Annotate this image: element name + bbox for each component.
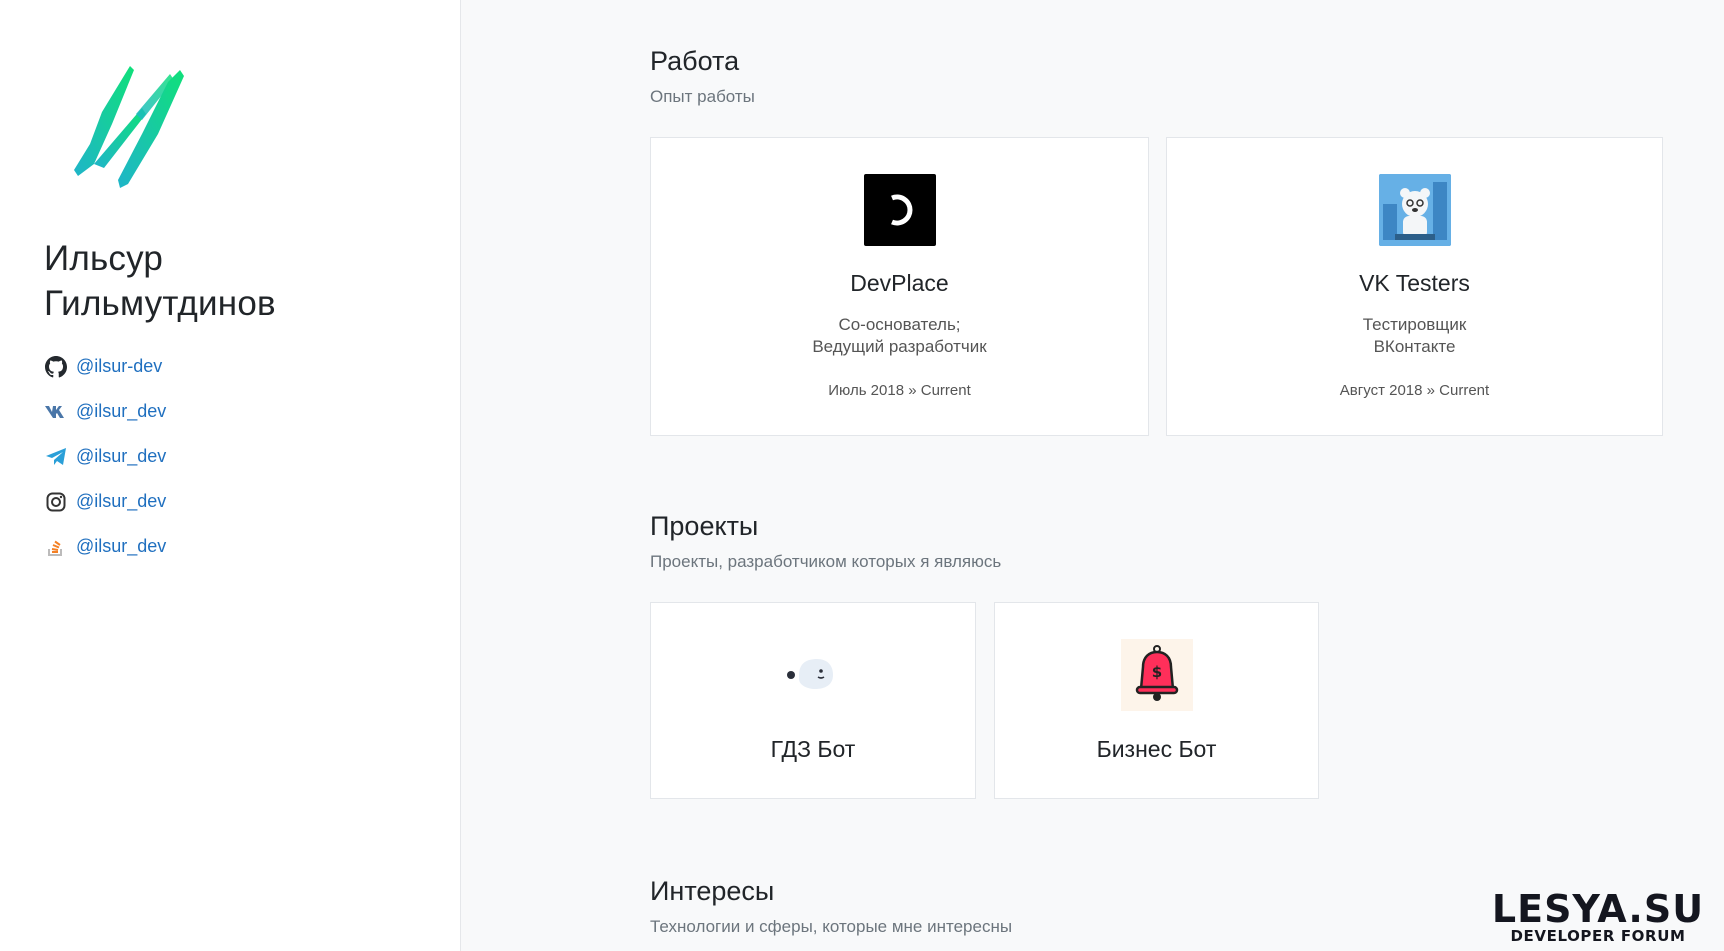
project-card-title: ГДЗ Бот <box>770 736 856 762</box>
brush-stroke-logo <box>74 66 184 188</box>
devplace-logo <box>863 174 936 246</box>
project-card-gdz-bot[interactable]: ГДЗ Бот <box>650 602 976 799</box>
vk-icon <box>44 400 68 424</box>
profile-name-first: Ильсур <box>44 239 164 278</box>
instagram-link[interactable]: @ilsur_dev <box>76 491 166 512</box>
work-card-role-line2: ВКонтакте <box>1373 337 1456 356</box>
project-card-title: Бизнес Бот <box>1096 736 1217 762</box>
profile-sidebar: Ильсур Гильмутдинов @ilsur-dev @ilsur_de… <box>0 0 461 951</box>
work-card-role-line1: Со-основатель; <box>838 315 961 334</box>
projects-section-title: Проекты <box>650 511 759 541</box>
projects-section-subtitle: Проекты, разработчиком которых я являюсь <box>650 552 1002 571</box>
github-icon <box>44 355 68 379</box>
work-card-role: Тестировщик ВКонтакте <box>1167 314 1662 358</box>
social-stackoverflow: @ilsur_dev <box>44 524 166 569</box>
work-card-vk-testers[interactable]: VK Testers Тестировщик ВКонтакте Август … <box>1166 137 1663 436</box>
profile-name-last: Гильмутдинов <box>44 284 276 323</box>
social-telegram: @ilsur_dev <box>44 434 166 479</box>
social-github: @ilsur-dev <box>44 344 166 389</box>
work-section-title: Работа <box>650 46 740 76</box>
social-instagram: @ilsur_dev <box>44 479 166 524</box>
social-links: @ilsur-dev @ilsur_dev @ilsur_dev @ilsur_… <box>44 344 166 569</box>
interests-section-title: Интересы <box>650 876 775 906</box>
telegram-link[interactable]: @ilsur_dev <box>76 446 166 467</box>
money-bell-icon: $ <box>1120 639 1193 711</box>
watermark-subtitle: DEVELOPER FORUM <box>1510 927 1686 945</box>
svg-text:$: $ <box>1151 663 1161 681</box>
work-card-role-line1: Тестировщик <box>1362 315 1467 334</box>
work-card-dates: Июль 2018 » Current <box>828 382 971 399</box>
work-card-title: DevPlace <box>850 270 949 296</box>
stackoverflow-link[interactable]: @ilsur_dev <box>76 536 166 557</box>
work-section-subtitle: Опыт работы <box>650 87 755 106</box>
work-card-role: Со-основатель; Ведущий разработчик <box>651 314 1148 358</box>
watermark: LESYA.SU DEVELOPER FORUM <box>1478 890 1718 944</box>
github-link[interactable]: @ilsur-dev <box>76 356 162 377</box>
vk-link[interactable]: @ilsur_dev <box>76 401 166 422</box>
work-card-title: VK Testers <box>1359 270 1470 296</box>
work-card-dates: Август 2018 » Current <box>1339 382 1490 399</box>
telegram-icon <box>44 445 68 469</box>
work-card-devplace[interactable]: DevPlace Со-основатель; Ведущий разработ… <box>650 137 1149 436</box>
work-card-role-line2: Ведущий разработчик <box>812 337 987 356</box>
interests-section-subtitle: Технологии и сферы, которые мне интересн… <box>650 917 1013 936</box>
watermark-title: LESYA.SU <box>1491 887 1705 931</box>
ghost-bot-icon <box>777 639 849 711</box>
profile-name: Ильсур Гильмутдинов <box>44 236 276 326</box>
social-vk: @ilsur_dev <box>44 389 166 434</box>
project-card-business-bot[interactable]: $ Бизнес Бот <box>994 602 1319 799</box>
vk-testers-logo <box>1378 174 1451 246</box>
instagram-icon <box>44 490 68 514</box>
stackoverflow-icon <box>44 535 68 559</box>
